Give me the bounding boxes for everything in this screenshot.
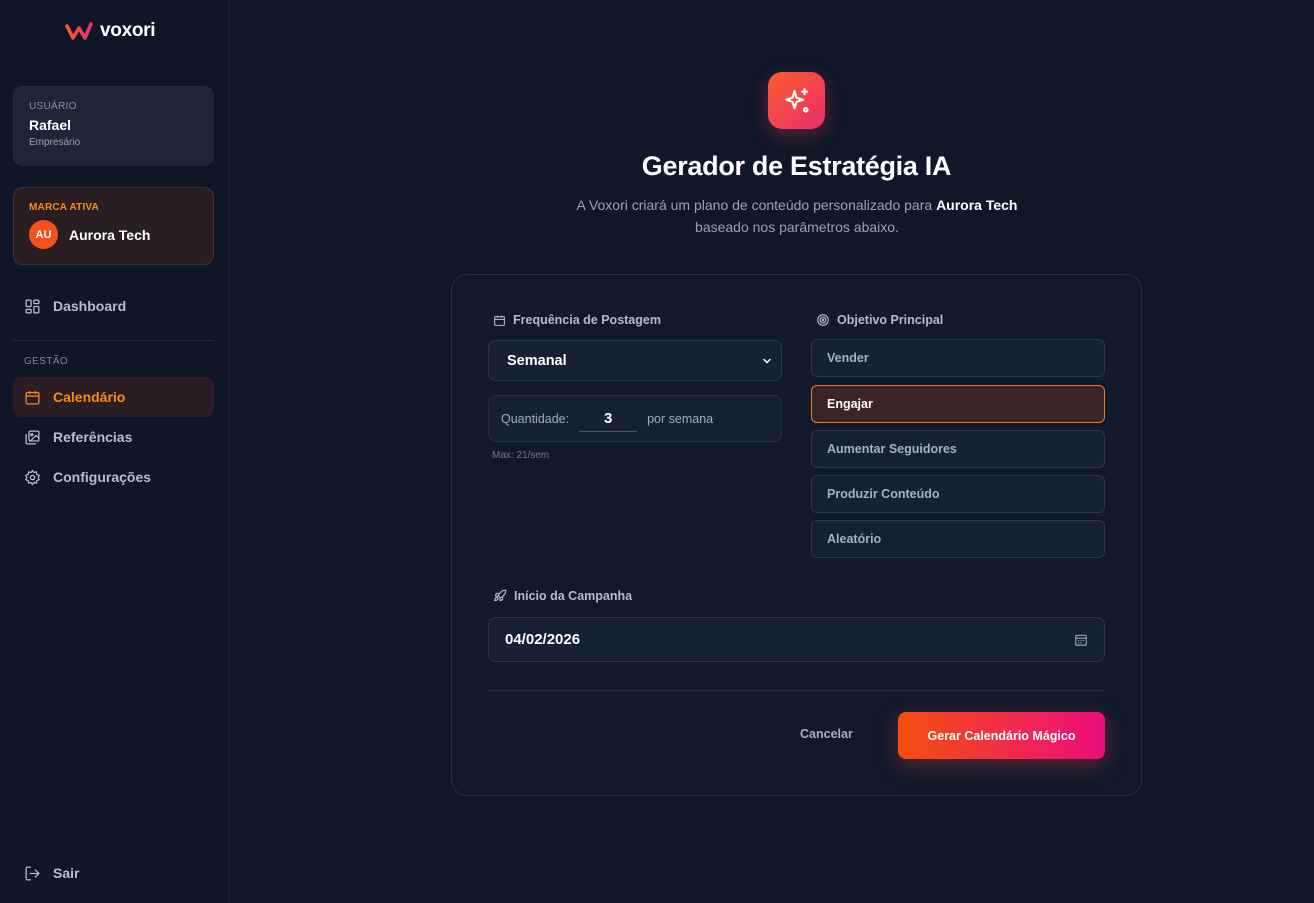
subtitle-text-end: baseado nos parâmetros abaixo. xyxy=(695,219,899,235)
page-subtitle: A Voxori criará um plano de conteúdo per… xyxy=(562,194,1032,238)
sidebar-item-references[interactable]: Referências xyxy=(13,417,214,457)
page-title: Gerador de Estratégia IA xyxy=(641,151,952,181)
section-label-gestao: GESTÃO xyxy=(24,356,69,367)
frequency-select[interactable]: Semanal xyxy=(488,340,782,381)
quantity-label: Quantidade: xyxy=(501,411,570,426)
sidebar-item-calendar[interactable]: Calendário xyxy=(13,377,214,417)
objective-label: Objetivo Principal xyxy=(816,313,943,327)
start-date-input[interactable]: 04/02/2026 xyxy=(488,617,1105,662)
sidebar-item-label: Calendário xyxy=(53,389,126,405)
calendar-small-icon xyxy=(494,315,505,326)
start-date-label: Início da Campanha xyxy=(493,589,632,603)
voxori-logo-icon xyxy=(65,22,93,40)
start-date-label-text: Início da Campanha xyxy=(514,589,633,603)
sidebar-divider xyxy=(13,340,214,341)
sidebar: voxori USUÁRIO Rafael Empresário MARCA A… xyxy=(0,0,229,903)
brand-name: Aurora Tech xyxy=(69,226,151,243)
logout-button[interactable]: Sair xyxy=(13,853,214,893)
chevron-down-icon xyxy=(763,358,771,363)
objective-label-text: Objetivo Principal xyxy=(837,313,944,327)
objective-option-aumentar-seguidores[interactable]: Aumentar Seguidores xyxy=(811,430,1105,468)
frequency-value: Semanal xyxy=(507,352,567,369)
target-icon xyxy=(817,314,829,326)
sidebar-item-label: Sair xyxy=(53,865,80,881)
rocket-icon xyxy=(494,589,507,602)
card-divider xyxy=(488,690,1105,691)
generate-calendar-button[interactable]: Gerar Calendário Mágico xyxy=(898,712,1105,759)
user-name: Rafael xyxy=(29,117,72,133)
quantity-max-note: Max: 21/sem xyxy=(492,450,550,461)
start-date-value: 04/02/2026 xyxy=(505,631,581,648)
app-logo[interactable]: voxori xyxy=(64,20,156,42)
objective-option-vender[interactable]: Vender xyxy=(811,339,1105,377)
user-label: USUÁRIO xyxy=(29,101,77,112)
active-brand-card[interactable]: MARCA ATIVA AU Aurora Tech xyxy=(13,187,214,265)
objective-option-engajar[interactable]: Engajar xyxy=(811,385,1105,423)
sidebar-item-settings[interactable]: Configurações xyxy=(13,457,214,497)
brand-avatar: AU xyxy=(29,220,58,249)
subtitle-text: A Voxori criará um plano de conteúdo per… xyxy=(576,197,937,213)
gear-icon xyxy=(25,469,40,485)
dashboard-icon xyxy=(25,298,40,314)
sidebar-item-dashboard[interactable]: Dashboard xyxy=(13,286,214,326)
logout-icon xyxy=(25,865,40,881)
objective-option-produzir-conteudo[interactable]: Produzir Conteúdo xyxy=(811,475,1105,513)
quantity-unit: por semana xyxy=(647,411,714,426)
frequency-label-text: Frequência de Postagem xyxy=(513,313,661,327)
strategy-form-card: Frequência de Postagem Semanal Quantidad… xyxy=(451,274,1142,796)
frequency-label: Frequência de Postagem xyxy=(493,313,661,327)
objective-option-aleatorio[interactable]: Aleatório xyxy=(811,520,1105,558)
sidebar-item-label: Dashboard xyxy=(53,298,127,314)
calendar-icon xyxy=(25,390,40,405)
subtitle-brand: Aurora Tech xyxy=(936,197,1018,213)
sidebar-item-label: Configurações xyxy=(53,469,152,485)
quantity-group: Quantidade: 3 por semana xyxy=(488,395,782,442)
app-name: voxori xyxy=(100,20,156,41)
sparkles-icon xyxy=(784,87,809,113)
active-brand-label: MARCA ATIVA xyxy=(29,202,99,213)
user-role: Empresário xyxy=(29,137,81,148)
date-picker-icon[interactable] xyxy=(1074,633,1088,647)
cancel-button[interactable]: Cancelar xyxy=(800,727,853,741)
sidebar-item-label: Referências xyxy=(53,429,133,445)
sparkles-badge xyxy=(768,72,825,129)
images-icon xyxy=(25,429,40,445)
quantity-input[interactable]: 3 xyxy=(579,406,638,432)
